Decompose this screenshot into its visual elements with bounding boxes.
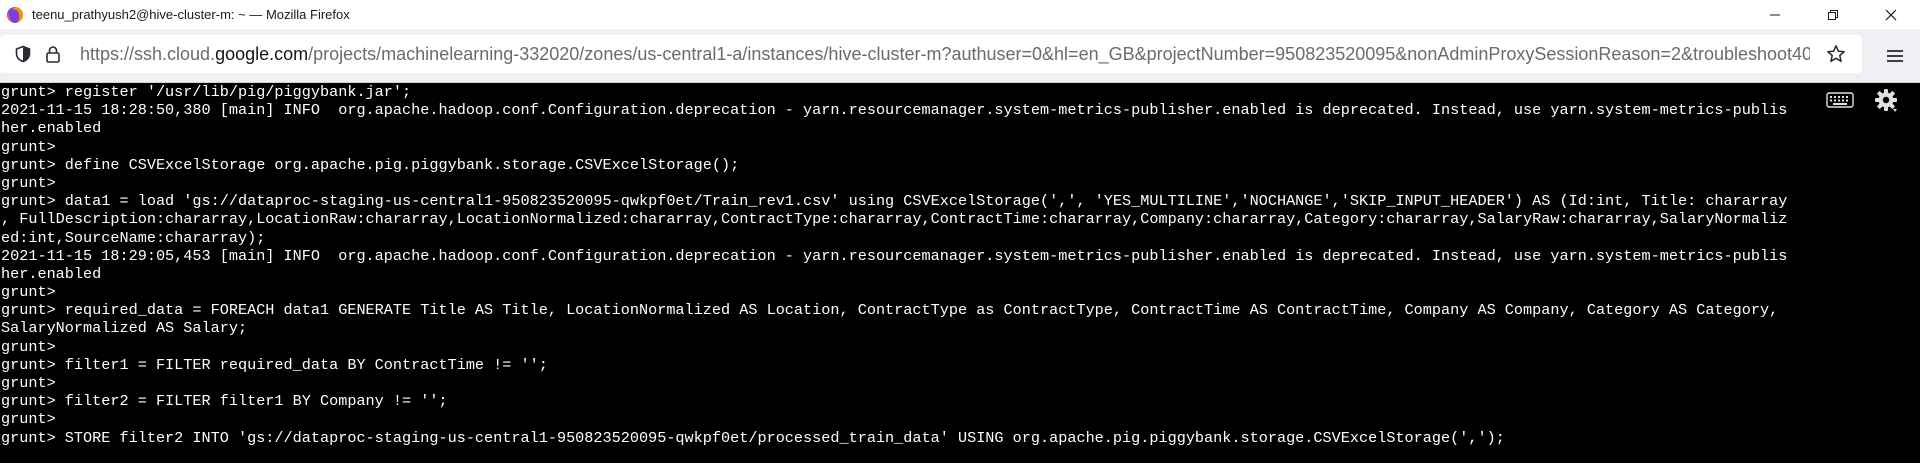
close-icon[interactable] (1862, 0, 1920, 29)
window-controls (1746, 0, 1920, 29)
url-rest: /projects/machinelearning-332020/zones/u… (308, 43, 1810, 64)
hamburger-menu-icon[interactable] (1884, 46, 1906, 66)
terminal-line: grunt> STORE filter2 INTO 'gs://dataproc… (1, 428, 1505, 447)
terminal-line: grunt> (1, 173, 56, 192)
browser-navbar: https://ssh.cloud.google.com/projects/ma… (0, 29, 1920, 83)
terminal-line: grunt> (1, 337, 56, 356)
terminal-line: grunt> define CSVExcelStorage org.apache… (1, 155, 740, 174)
terminal-line: 2021-11-15 18:29:05,453 [main] INFO org.… (1, 246, 1788, 265)
terminal-line: grunt> (1, 137, 56, 156)
terminal-line: grunt> required_data = FOREACH data1 GEN… (1, 301, 1779, 320)
terminal-line: grunt> filter2 = FILTER filter1 BY Compa… (1, 392, 448, 411)
url-prefix: https://ssh.cloud. (80, 43, 216, 64)
maximize-icon[interactable] (1804, 0, 1862, 29)
minimize-icon[interactable] (1746, 0, 1804, 29)
terminal-line: her.enabled (1, 119, 102, 138)
window-title: teenu_prathyush2@hive-cluster-m: ~ — Moz… (32, 7, 350, 22)
terminal-output[interactable]: grunt> register '/usr/lib/pig/piggybank.… (0, 83, 1920, 463)
url-bar[interactable]: https://ssh.cloud.google.com/projects/ma… (0, 35, 1862, 73)
lock-icon[interactable] (44, 45, 62, 63)
url-text[interactable]: https://ssh.cloud.google.com/projects/ma… (80, 44, 1810, 65)
terminal-line: grunt> (1, 283, 56, 302)
terminal-line: grunt> filter1 = FILTER required_data BY… (1, 355, 548, 374)
terminal-line: 2021-11-15 18:28:50,380 [main] INFO org.… (1, 101, 1788, 120)
terminal-line: , FullDescription:chararray,LocationRaw:… (1, 210, 1788, 229)
shield-icon[interactable] (14, 45, 32, 63)
terminal-toolbar (1826, 86, 1900, 114)
terminal-line: grunt> data1 = load 'gs://dataproc-stagi… (1, 192, 1788, 211)
firefox-icon (6, 6, 24, 24)
terminal-line: SalaryNormalized AS Salary; (1, 319, 248, 338)
terminal-line: grunt> (1, 410, 56, 429)
gear-icon[interactable] (1872, 86, 1900, 114)
star-icon[interactable] (1826, 44, 1846, 64)
window-titlebar: teenu_prathyush2@hive-cluster-m: ~ — Moz… (0, 0, 1920, 29)
terminal-lines: grunt> register '/usr/lib/pig/piggybank.… (0, 83, 1920, 447)
keyboard-icon[interactable] (1826, 91, 1854, 109)
terminal-line: ed:int,SourceName:chararray); (1, 228, 266, 247)
url-host: google.com (215, 43, 309, 64)
terminal-line: her.enabled (1, 264, 102, 283)
terminal-line: grunt> register '/usr/lib/pig/piggybank.… (1, 83, 412, 101)
terminal-line: grunt> (1, 374, 56, 392)
